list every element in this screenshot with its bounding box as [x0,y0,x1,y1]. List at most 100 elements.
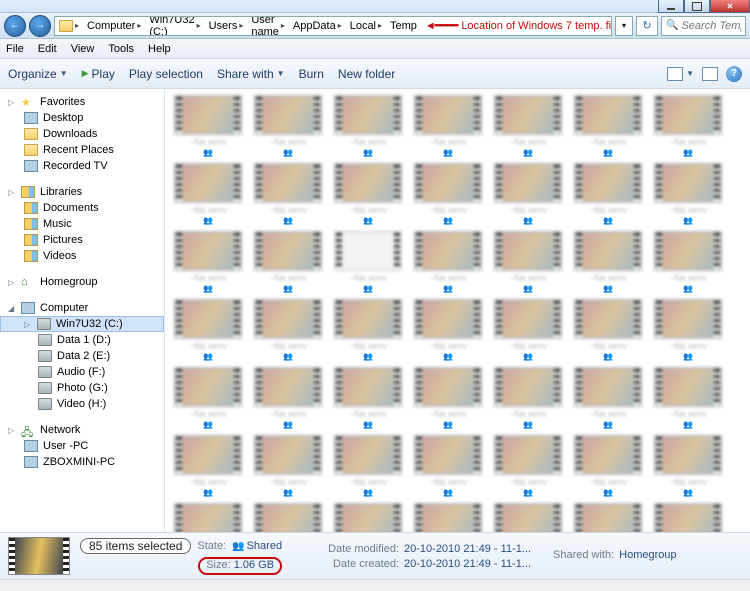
burn-button[interactable]: Burn [299,67,324,81]
file-thumb[interactable]: ~file.wmv👥 [171,95,245,157]
file-thumb[interactable]: ~file.wmv👥 [651,299,725,361]
breadcrumb-segment[interactable]: Users▸ [205,17,248,35]
file-thumb[interactable]: ~file.wmv👥 [171,367,245,429]
file-thumb[interactable]: ~file.wmv👥 [411,503,485,532]
play-button[interactable]: ▶Play [82,67,115,81]
sidebar-item-recent-places[interactable]: Recent Places [0,142,164,158]
file-thumb[interactable]: ~file.wmv👥 [411,299,485,361]
breadcrumb[interactable]: ▸ Computer▸ Win7U32 (C:)▸ Users▸ User na… [54,16,612,36]
refresh-button[interactable]: ↻ [636,16,658,36]
back-button[interactable]: ← [4,15,26,37]
file-thumb[interactable]: ~file.wmv👥 [491,231,565,293]
play-selection-button[interactable]: Play selection [129,67,203,81]
file-thumb[interactable]: ~file.wmv👥 [651,163,725,225]
file-thumb[interactable]: ~file.wmv👥 [331,435,405,497]
breadcrumb-segment[interactable]: AppData▸ [289,17,346,35]
sidebar-item-pc2[interactable]: ZBOXMINI-PC [0,454,164,470]
file-thumb[interactable]: ~file.wmv👥 [411,435,485,497]
file-thumb[interactable]: ~file.wmv👥 [491,503,565,532]
file-thumb[interactable]: ~file.wmv👥 [571,367,645,429]
file-thumb[interactable]: ~file.wmv👥 [251,299,325,361]
file-thumb[interactable]: ~file.wmv👥 [491,435,565,497]
file-thumb[interactable]: ~file.wmv👥 [331,163,405,225]
maximize-button[interactable] [684,0,710,13]
sidebar-libraries[interactable]: ▷Libraries [0,184,164,200]
sidebar-homegroup[interactable]: ▷⌂Homegroup [0,274,164,290]
file-thumb[interactable]: ~file.wmv👥 [251,367,325,429]
sidebar-item-drive-d[interactable]: Data 1 (D:) [0,332,164,348]
search-box[interactable]: 🔍 [661,16,746,36]
file-thumb[interactable]: ~file.wmv👥 [251,435,325,497]
file-thumb[interactable]: ~file.wmv👥 [571,163,645,225]
breadcrumb-segment[interactable]: Computer▸ [83,17,145,35]
help-button[interactable]: ? [726,66,742,82]
sidebar-favorites[interactable]: ▷★Favorites [0,94,164,110]
file-thumb[interactable]: ~file.wmv👥 [651,95,725,157]
file-thumb[interactable]: ~file.wmv👥 [251,95,325,157]
file-thumb[interactable]: ~file.wmv👥 [411,231,485,293]
preview-pane-button[interactable] [702,67,718,81]
sidebar-item-drive-e[interactable]: Data 2 (E:) [0,348,164,364]
breadcrumb-segment[interactable]: Temp [386,17,421,35]
sidebar-item-videos[interactable]: Videos [0,248,164,264]
file-thumb[interactable]: ~file.wmv👥 [651,435,725,497]
file-thumb[interactable]: ~file.wmv👥 [171,299,245,361]
file-thumb[interactable]: ~file.wmv👥 [571,435,645,497]
minimize-button[interactable] [658,0,684,13]
file-grid[interactable]: ~file.wmv👥~file.wmv👥~file.wmv👥~file.wmv👥… [165,89,750,532]
file-thumb[interactable]: ~file.wmv👥 [491,367,565,429]
sidebar-item-pictures[interactable]: Pictures [0,232,164,248]
sidebar-computer[interactable]: ◢Computer [0,300,164,316]
file-thumb[interactable]: ~file.wmv👥 [571,503,645,532]
close-button[interactable] [710,0,750,13]
sidebar-item-desktop[interactable]: Desktop [0,110,164,126]
file-thumb[interactable]: ~file.wmv👥 [411,95,485,157]
sidebar-item-drive-c[interactable]: ▷Win7U32 (C:) [0,316,164,332]
file-thumb[interactable]: ~file.wmv👥 [171,231,245,293]
file-thumb[interactable]: ~file.wmv👥 [491,163,565,225]
breadcrumb-dropdown-button[interactable]: ▾ [615,16,633,36]
organize-button[interactable]: Organize ▼ [8,67,68,81]
file-thumb[interactable]: ~file.wmv👥 [651,231,725,293]
sidebar-item-drive-h[interactable]: Video (H:) [0,396,164,412]
file-thumb[interactable]: ~file.wmv👥 [491,95,565,157]
sidebar-item-downloads[interactable]: Downloads [0,126,164,142]
sidebar-item-music[interactable]: Music [0,216,164,232]
file-thumb[interactable]: ~file.wmv👥 [651,367,725,429]
breadcrumb-segment[interactable]: Win7U32 (C:)▸ [145,17,204,35]
file-thumb[interactable]: ~file.wmv👥 [251,231,325,293]
sidebar-item-recorded-tv[interactable]: Recorded TV [0,158,164,174]
sidebar-item-pc1[interactable]: User -PC [0,438,164,454]
file-thumb[interactable]: ~file.wmv👥 [331,503,405,532]
file-thumb[interactable]: ~file.wmv👥 [251,163,325,225]
menu-tools[interactable]: Tools [108,43,134,55]
nav-tree[interactable]: ▷★Favorites Desktop Downloads Recent Pla… [0,89,165,532]
file-thumb[interactable]: ~file.wmv👥 [331,95,405,157]
share-with-button[interactable]: Share with ▼ [217,67,285,81]
view-button[interactable]: ▼ [667,67,694,81]
file-thumb[interactable]: ~file.wmv👥 [571,95,645,157]
file-thumb[interactable]: ~file.wmv👥 [411,367,485,429]
search-input[interactable] [681,20,741,32]
new-folder-button[interactable]: New folder [338,67,395,81]
file-thumb[interactable]: ~file.wmv👥 [571,299,645,361]
menu-help[interactable]: Help [148,43,171,55]
file-thumb[interactable]: ~file.wmv👥 [331,231,405,293]
sidebar-item-documents[interactable]: Documents [0,200,164,216]
file-thumb[interactable]: ~file.wmv👥 [171,163,245,225]
file-thumb[interactable]: ~file.wmv👥 [171,503,245,532]
menu-edit[interactable]: Edit [38,43,57,55]
file-thumb[interactable]: ~file.wmv👥 [171,435,245,497]
file-thumb[interactable]: ~file.wmv👥 [491,299,565,361]
file-thumb[interactable]: ~file.wmv👥 [331,367,405,429]
breadcrumb-segment[interactable]: Local▸ [346,17,386,35]
forward-button[interactable]: → [29,15,51,37]
file-thumb[interactable]: ~file.wmv👥 [251,503,325,532]
file-thumb[interactable]: ~file.wmv👥 [331,299,405,361]
sidebar-network[interactable]: ▷🖧Network [0,422,164,438]
menu-file[interactable]: File [6,43,24,55]
breadcrumb-segment[interactable]: User name▸ [247,17,289,35]
menu-view[interactable]: View [71,43,95,55]
file-thumb[interactable]: ~file.wmv👥 [651,503,725,532]
file-thumb[interactable]: ~file.wmv👥 [411,163,485,225]
